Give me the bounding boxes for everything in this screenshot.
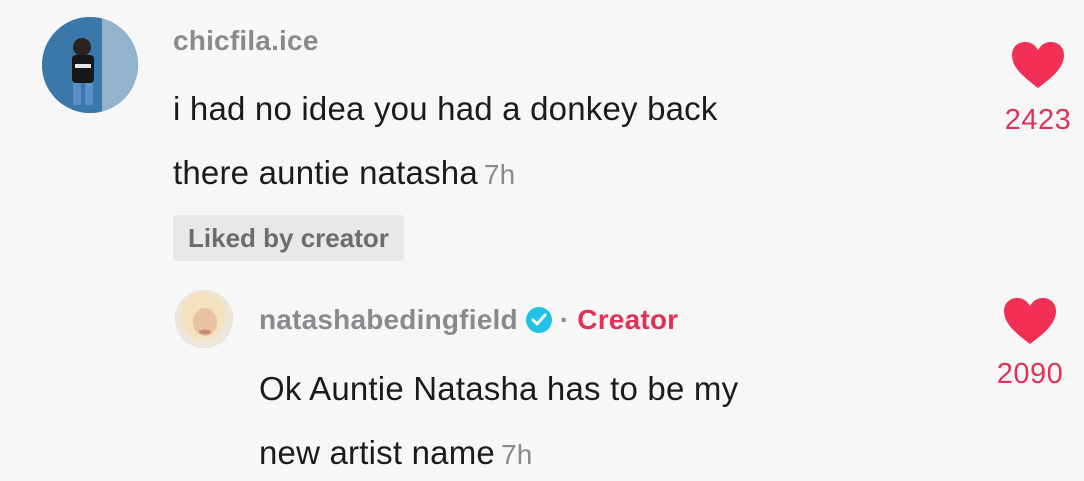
comment-time: 7h: [483, 159, 516, 190]
comments-thread: chicfila.ice i had no idea you had a don…: [0, 0, 1084, 481]
comment-like-count: 2423: [1004, 104, 1072, 136]
reply-time: 7h: [500, 439, 533, 470]
separator-dot: ·: [559, 304, 570, 335]
comment-text: i had no idea you had a donkey back ther…: [173, 77, 718, 207]
reply-text-line2-text: new artist name: [259, 434, 495, 471]
heart-icon: [1004, 298, 1056, 344]
reply-text-line1: Ok Auntie Natasha has to be my: [259, 370, 739, 407]
comment-username[interactable]: chicfila.ice: [173, 25, 319, 57]
reply-text-line2: new artist name 7h: [259, 421, 738, 481]
comment-text-line2: there auntie natasha 7h: [173, 141, 718, 207]
reply-like-count: 2090: [996, 358, 1064, 390]
comment-like-button[interactable]: 2423: [1003, 40, 1073, 137]
reply-header: natashabedingfield · Creator: [259, 304, 678, 336]
reply-avatar[interactable]: [175, 290, 233, 348]
comment-text-line2-text: there auntie natasha: [173, 154, 478, 191]
liked-by-creator-badge: Liked by creator: [173, 215, 404, 261]
reply-like-button[interactable]: 2090: [990, 296, 1070, 391]
reply-text: Ok Auntie Natasha has to be my new artis…: [259, 357, 738, 481]
heart-icon: [1012, 42, 1064, 88]
comment-text-line1: i had no idea you had a donkey back: [173, 90, 718, 127]
reply-username[interactable]: natashabedingfield: [259, 304, 518, 335]
reply-avatar-image: [175, 290, 233, 348]
avatar-image: [42, 17, 138, 113]
creator-label: Creator: [577, 304, 679, 335]
verified-badge-icon: [525, 307, 552, 333]
avatar[interactable]: [42, 17, 138, 113]
